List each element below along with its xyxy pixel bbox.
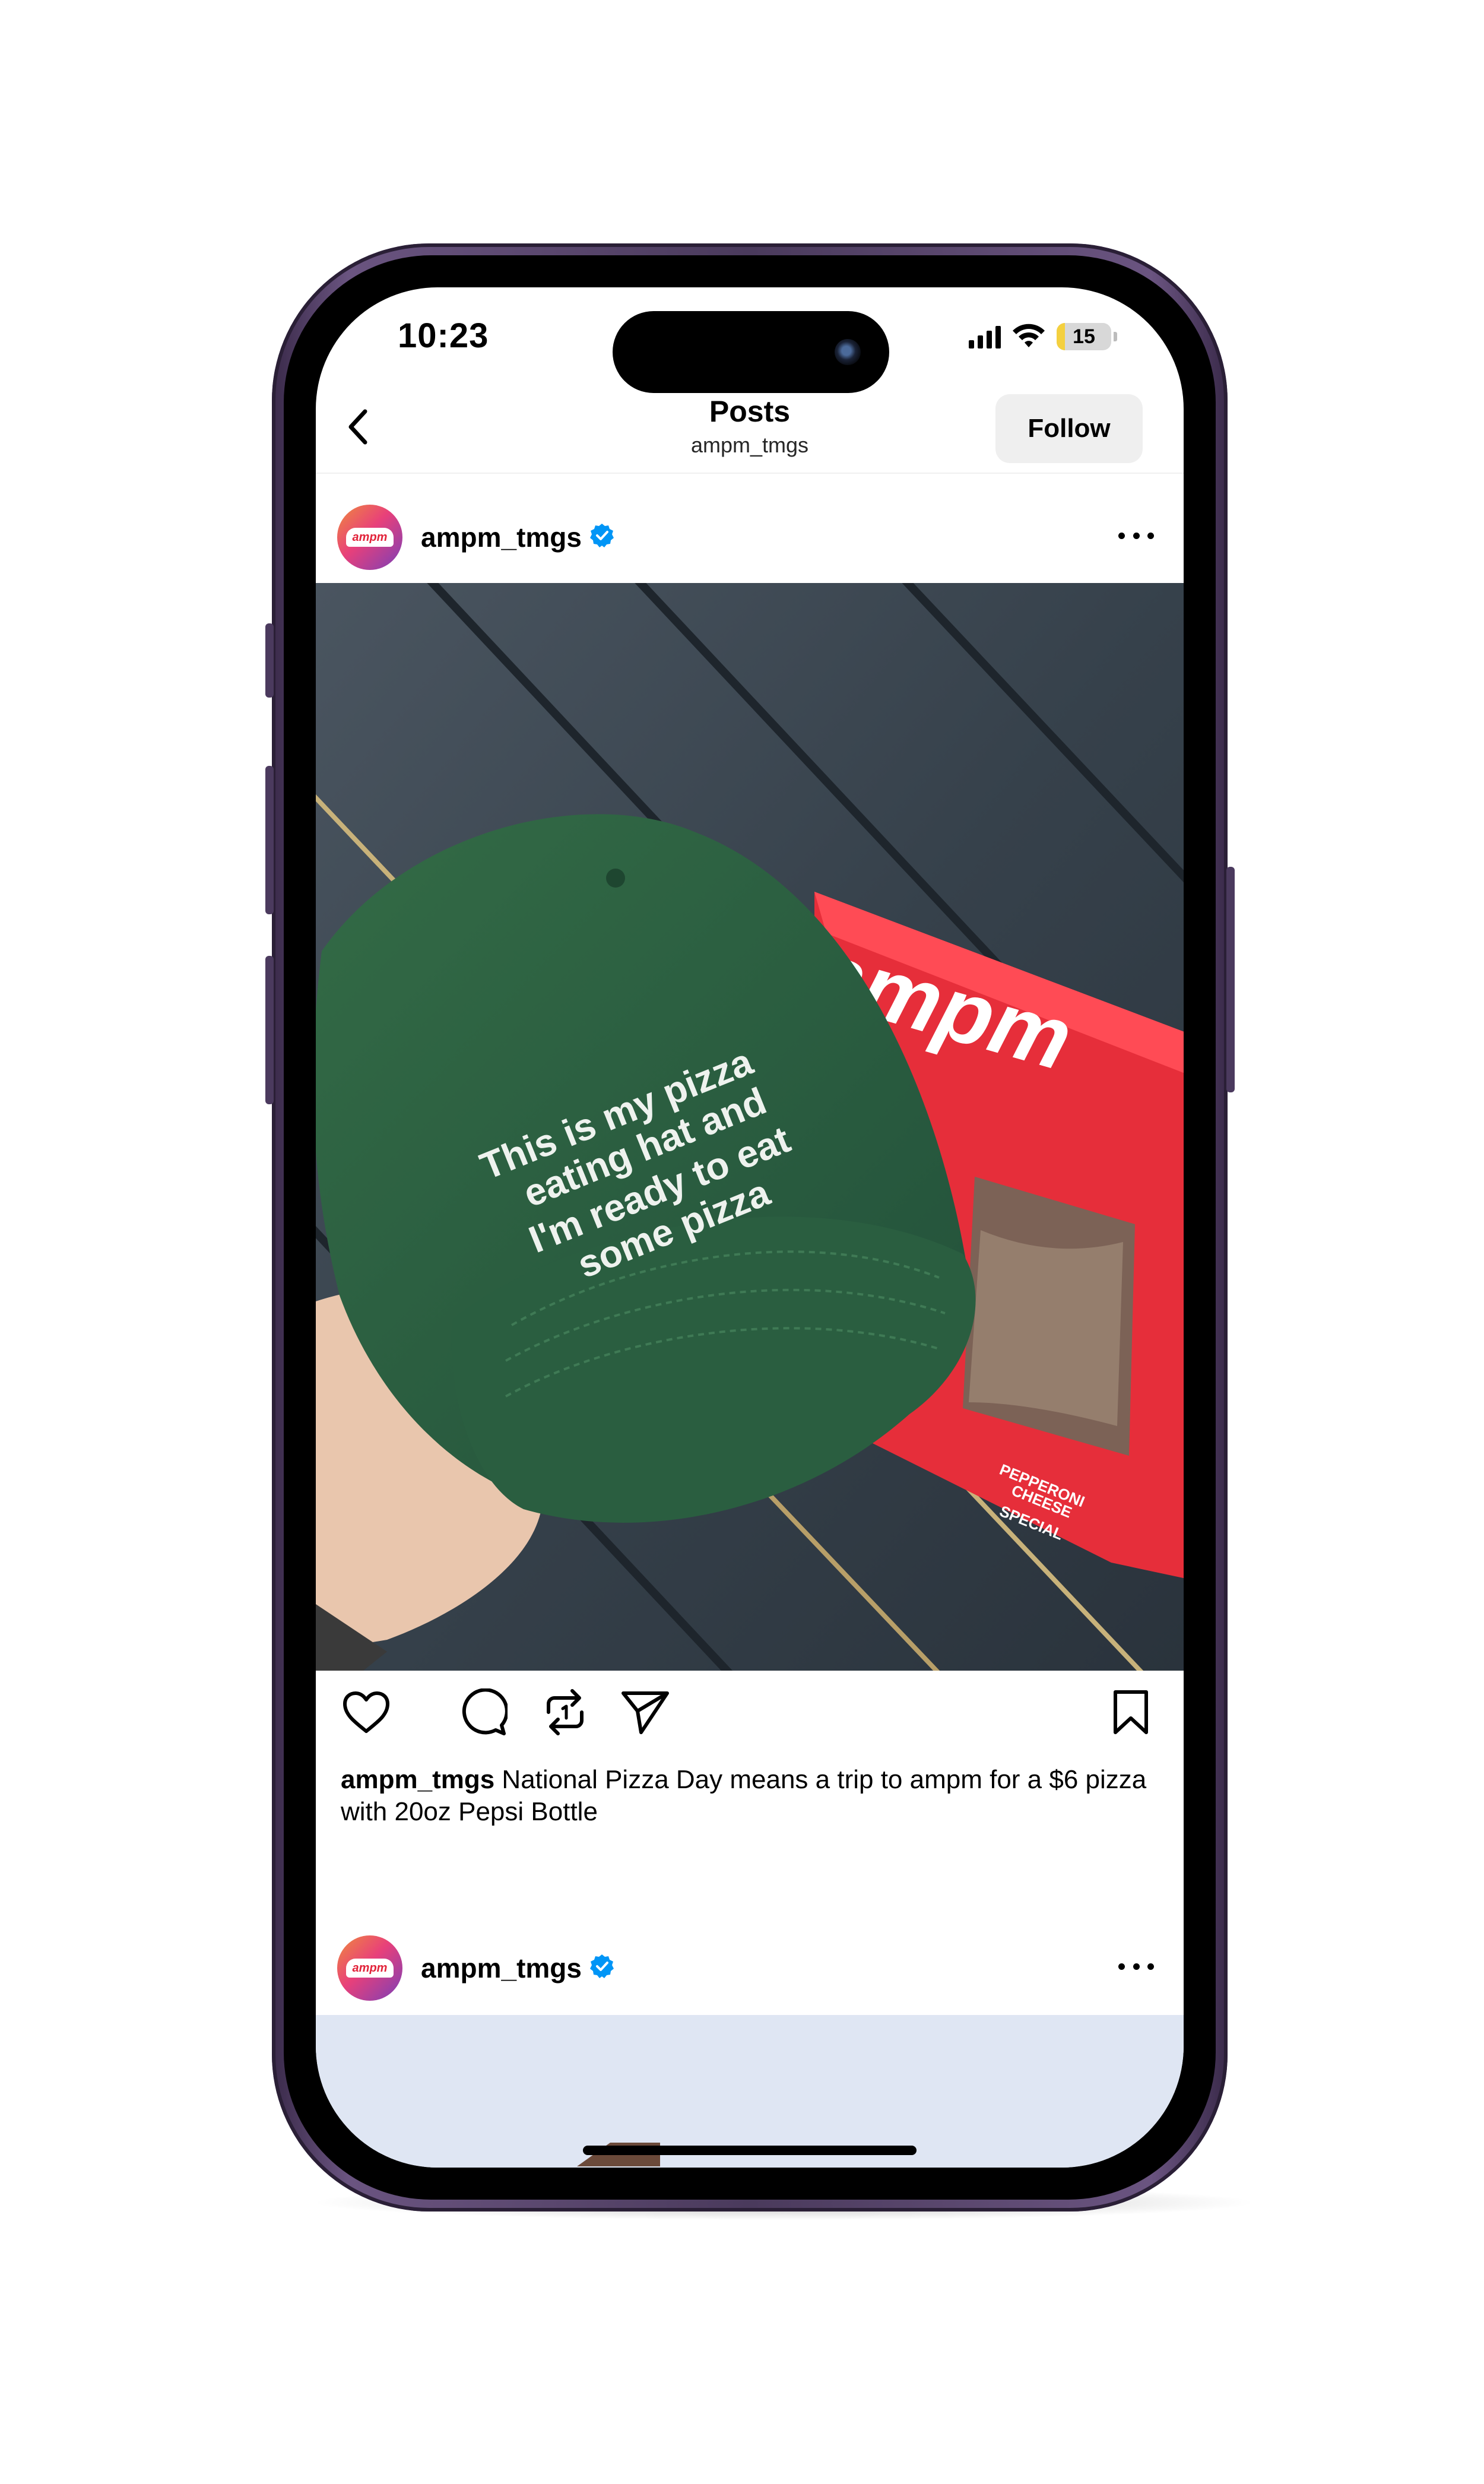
send-icon[interactable] (619, 1685, 672, 1739)
verified-badge-icon (590, 524, 614, 547)
power-button (1226, 867, 1235, 1092)
next-post-header: ampm ampm_tmgs (316, 1924, 1184, 2001)
page-title: Posts (709, 395, 791, 428)
caption-username[interactable]: ampm_tmgs (341, 1765, 494, 1794)
dynamic-island (613, 311, 889, 393)
more-horizontal-icon[interactable] (1118, 530, 1154, 541)
header-divider (316, 473, 1184, 474)
post-username[interactable]: ampm_tmgs (421, 521, 582, 553)
cellular-signal-icon (969, 325, 1001, 348)
home-indicator[interactable] (583, 2146, 917, 2155)
action-button (265, 623, 274, 698)
battery-percentage: 15 (1073, 325, 1095, 348)
avatar-logo: ampm (346, 1959, 394, 1978)
avatar-logo: ampm (346, 528, 394, 547)
status-time: 10:23 (398, 316, 489, 355)
avatar[interactable]: ampm (337, 1935, 402, 2001)
post-header: ampm ampm_tmgs (316, 493, 1184, 570)
status-indicators: 15 (969, 322, 1117, 351)
post-caption: ampm_tmgs National Pizza Day means a tri… (341, 1764, 1160, 1828)
verified-badge-icon (590, 1954, 614, 1978)
bookmark-icon[interactable] (1104, 1685, 1158, 1739)
post-username[interactable]: ampm_tmgs (421, 1952, 582, 1984)
wifi-icon (1013, 324, 1045, 347)
comment-icon[interactable] (457, 1685, 510, 1739)
follow-button[interactable]: Follow (995, 394, 1143, 463)
heart-icon[interactable] (340, 1685, 393, 1739)
chevron-left-icon[interactable] (337, 400, 379, 454)
battery-icon: 15 (1057, 323, 1111, 350)
front-camera (835, 339, 861, 365)
avatar[interactable]: ampm (337, 505, 402, 570)
post-photo[interactable]: ampm PEPPERONI CHEESE SPECIAL This is my… (316, 583, 1184, 1671)
more-horizontal-icon[interactable] (1118, 1960, 1154, 1972)
repost-icon[interactable] (538, 1685, 592, 1739)
page-subtitle[interactable]: ampm_tmgs (572, 433, 928, 458)
battery-nub (1114, 332, 1117, 341)
next-post-photo[interactable] (316, 2015, 1184, 2168)
phone-screen: 10:23 15 Posts ampm_tmgs Follow ampm amp… (316, 287, 1184, 2168)
volume-up-button (265, 766, 274, 914)
volume-down-button (265, 956, 274, 1104)
